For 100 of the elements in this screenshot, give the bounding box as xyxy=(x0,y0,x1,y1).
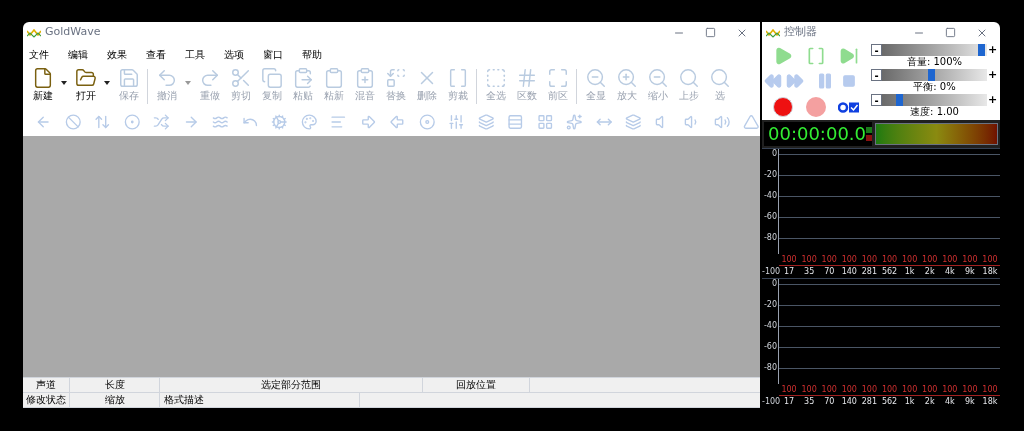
gear-icon[interactable] xyxy=(271,112,288,132)
axis-label: 18k xyxy=(981,266,999,278)
status-field: 回放位置 xyxy=(423,378,530,392)
increase-button[interactable]: + xyxy=(987,44,998,56)
menu-item[interactable]: 效果 xyxy=(105,46,129,62)
caret-icon[interactable] xyxy=(61,81,67,85)
peak-label: 100 xyxy=(981,385,999,395)
peak-label: 100 xyxy=(840,255,858,265)
axis-label: 17 xyxy=(782,266,796,278)
peak-label: 100 xyxy=(780,255,798,265)
bracket-frame-icon xyxy=(546,67,569,89)
axis-label: 562 xyxy=(880,396,899,406)
window-title: GoldWave xyxy=(45,24,101,41)
axis-label: 1k xyxy=(903,396,916,406)
axis-label: 2k xyxy=(923,396,936,406)
magnifier-icon xyxy=(677,67,700,89)
axis-label: 35 xyxy=(803,266,816,278)
axis-label: 0 xyxy=(770,149,778,160)
peak-label: 100 xyxy=(780,385,798,395)
peak-label: 100 xyxy=(820,385,838,395)
logo-icon xyxy=(766,27,780,38)
peak-label: 100 xyxy=(921,255,939,265)
layers-icon[interactable] xyxy=(625,112,642,132)
status-field: 修改状态 xyxy=(23,393,70,407)
maximize-icon[interactable] xyxy=(945,27,956,38)
axis-label: 18k xyxy=(981,396,999,406)
status-field: 声道 xyxy=(23,378,70,392)
grid-icon[interactable] xyxy=(536,112,554,132)
menu-item[interactable]: 窗口 xyxy=(261,46,285,62)
slider-reading: 平衡: 0% xyxy=(913,81,956,93)
decrease-button[interactable]: - xyxy=(871,44,882,56)
toolbar-button[interactable]: 新建 xyxy=(27,65,58,103)
zoom-out-icon xyxy=(646,67,669,89)
slider-thumb[interactable] xyxy=(927,69,935,81)
axis-label: 9k xyxy=(964,396,976,406)
record-icon[interactable] xyxy=(772,97,793,118)
peak-label: 100 xyxy=(941,385,959,395)
toolbar-button[interactable]: 打开 xyxy=(70,65,101,103)
slider-thumb[interactable] xyxy=(896,94,903,106)
menu-item[interactable]: 查看 xyxy=(144,46,168,62)
rewind-icon[interactable] xyxy=(764,72,782,91)
caret-icon[interactable] xyxy=(104,81,110,85)
fast-forward-icon[interactable] xyxy=(786,72,804,91)
save-icon xyxy=(117,67,140,89)
pause-icon[interactable] xyxy=(816,72,834,91)
decrease-button[interactable]: - xyxy=(871,94,882,106)
peak-label: 100 xyxy=(840,385,858,395)
axis-label: -80 xyxy=(762,233,778,244)
menu-item[interactable]: 工具 xyxy=(183,46,207,62)
slider-thumb[interactable] xyxy=(977,44,985,56)
palette-icon[interactable] xyxy=(300,112,318,132)
folder-icon xyxy=(74,67,97,89)
decrease-button[interactable]: - xyxy=(871,69,882,81)
axis-label: 281 xyxy=(860,396,879,406)
menu-item[interactable]: 文件 xyxy=(27,46,51,62)
peak-label: 100 xyxy=(800,385,818,395)
axis-label: 281 xyxy=(860,266,879,278)
menu-item[interactable]: 帮助 xyxy=(300,46,324,62)
triangle-icon[interactable] xyxy=(743,112,760,132)
disc-icon[interactable] xyxy=(418,112,436,132)
axis-label: -20 xyxy=(762,170,778,181)
peak-label: 100 xyxy=(941,255,959,265)
peak-label: 100 xyxy=(961,255,979,265)
record-check-icon[interactable] xyxy=(837,101,860,113)
shuffle-icon[interactable] xyxy=(153,112,170,132)
rows-icon[interactable] xyxy=(507,112,524,132)
peak-label: 100 xyxy=(961,385,979,395)
axis-label: 4k xyxy=(943,266,956,278)
peak-label: 100 xyxy=(800,255,818,265)
axis-label: 140 xyxy=(840,396,858,406)
select-icon xyxy=(484,67,507,89)
time-display: 00:00:00.0 xyxy=(768,124,866,144)
peak-label: 100 xyxy=(860,255,879,265)
axis-label: 1k xyxy=(903,266,916,278)
axis-label: 9k xyxy=(964,266,976,278)
peak-label: 100 xyxy=(981,255,999,265)
slider-reading: 速度: 1.00 xyxy=(910,106,959,118)
no-entry-icon[interactable] xyxy=(64,112,82,132)
axis-label: 70 xyxy=(823,266,836,278)
axis-label: 4k xyxy=(943,396,956,406)
magnifier-icon xyxy=(708,67,731,89)
record-icon[interactable] xyxy=(805,97,826,118)
stop-icon[interactable] xyxy=(841,74,856,89)
menu-item[interactable]: 选项 xyxy=(222,46,246,62)
axis-label: -20 xyxy=(762,300,778,311)
sliders-icon[interactable] xyxy=(448,112,465,132)
peak-label: 100 xyxy=(820,255,838,265)
axis-label: 140 xyxy=(840,266,858,278)
circle-icon[interactable] xyxy=(123,112,141,132)
axis-label: -100 xyxy=(762,396,779,406)
status-field: 缩放 xyxy=(70,393,160,407)
replace-icon xyxy=(384,67,407,89)
layers-icon[interactable] xyxy=(477,112,495,132)
increase-button[interactable]: + xyxy=(987,94,998,106)
increase-button[interactable]: + xyxy=(987,69,998,81)
magnifier-icon xyxy=(584,67,607,89)
menu-item[interactable]: 编辑 xyxy=(66,46,90,62)
sparkle-icon[interactable] xyxy=(566,112,583,132)
peak-label: 100 xyxy=(900,255,919,265)
maximize-icon[interactable] xyxy=(705,27,716,38)
